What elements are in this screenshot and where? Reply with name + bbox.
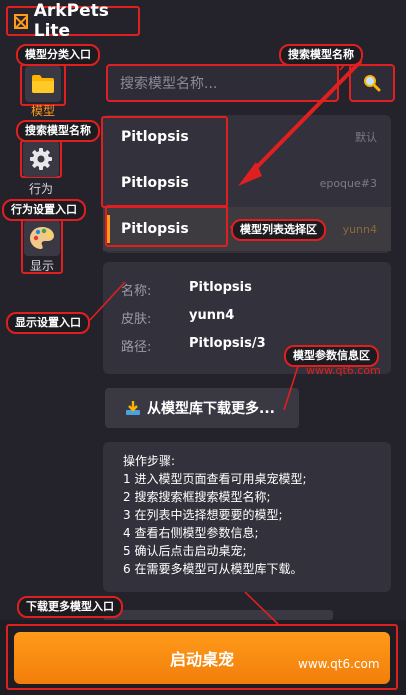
callout-display: 显示设置入口 [6,312,90,334]
callout-download: 下载更多模型入口 [17,596,123,618]
callout-list-select: 模型列表选择区 [231,219,326,241]
callout-category: 模型分类入口 [16,44,100,66]
callout-search-left: 搜索模型名称 [16,120,100,142]
callout-search: 搜索模型名称 [279,44,363,66]
watermark-red: www.qt6.com [306,364,381,377]
callout-behavior: 行为设置入口 [2,199,86,221]
